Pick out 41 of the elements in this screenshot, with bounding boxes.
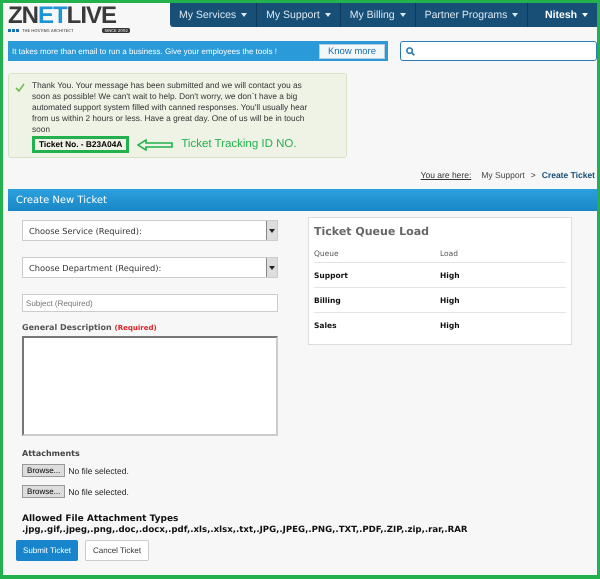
caret-icon	[512, 13, 518, 18]
submit-button[interactable]: Submit Ticket	[16, 540, 78, 561]
search-icon	[406, 46, 415, 56]
allowed-types-title: Allowed File Attachment Types	[22, 514, 180, 524]
caret-icon	[269, 266, 275, 270]
arrow-icon	[137, 138, 174, 150]
browse-button[interactable]: Browse...	[22, 485, 66, 498]
cancel-button[interactable]: Cancel Ticket	[85, 540, 150, 561]
breadcrumb-label: You are here:	[420, 170, 472, 180]
breadcrumb-link[interactable]: My Support	[481, 170, 525, 180]
queue-title: Ticket Queue Load	[314, 225, 430, 238]
breadcrumb-separator: >	[530, 170, 536, 180]
caret-icon	[269, 228, 275, 232]
nav-item[interactable]: My Billing	[340, 3, 416, 27]
allowed-types-list: .jpg,.gif,.jpeg,.png,.doc,.docx,.pdf,.xls,.xlsx,.txt,.JPG,.JPEG,.PNG,.TXT,.PDF,.ZIP,.zip,.rar,.RAR	[22, 525, 597, 535]
field-label: General Description	[22, 323, 112, 332]
alert-message: Thank You. Your message has been submitted and we will contact you as soon as possible! We can't wait to help. Don't worry, we don`t have a big automated support system filled with canned responses. You'll usually hear from us within 2 hours or less. Have a great day. One of us will be in touch soon	[32, 80, 308, 135]
nav-item[interactable]: My Services	[170, 3, 258, 27]
search-field[interactable]	[400, 41, 597, 61]
file-status: No file selected.	[68, 466, 129, 476]
check-icon	[15, 83, 25, 92]
select-field[interactable]: Choose Department (Required):	[22, 257, 278, 278]
field-label: Attachments	[22, 449, 81, 458]
caret-icon	[400, 13, 406, 18]
description-field[interactable]	[22, 336, 278, 436]
browse-button[interactable]: Browse...	[22, 464, 66, 477]
caret-icon	[582, 13, 588, 18]
banner-text: It takes more than email to run a business. Give your employees the tools !	[11, 46, 278, 56]
ticket-number: Ticket No. - B23A04A	[32, 136, 130, 153]
annotation-label: Ticket Tracking ID NO.	[181, 139, 297, 150]
file-status: No file selected.	[68, 486, 129, 496]
subject-field[interactable]: Subject (Required)	[22, 294, 278, 312]
panel-title: Create New Ticket	[16, 194, 107, 206]
nav-item[interactable]: Nitesh	[536, 3, 597, 27]
nav-item[interactable]: Partner Programs	[416, 3, 528, 27]
breadcrumb-link[interactable]: Create Ticket	[542, 170, 595, 180]
know-more-button[interactable]: Know more	[318, 44, 385, 58]
caret-icon	[241, 13, 248, 18]
nav-item[interactable]: My Support	[257, 3, 341, 27]
select-field[interactable]: Choose Service (Required):	[22, 220, 278, 241]
caret-icon	[324, 13, 331, 18]
